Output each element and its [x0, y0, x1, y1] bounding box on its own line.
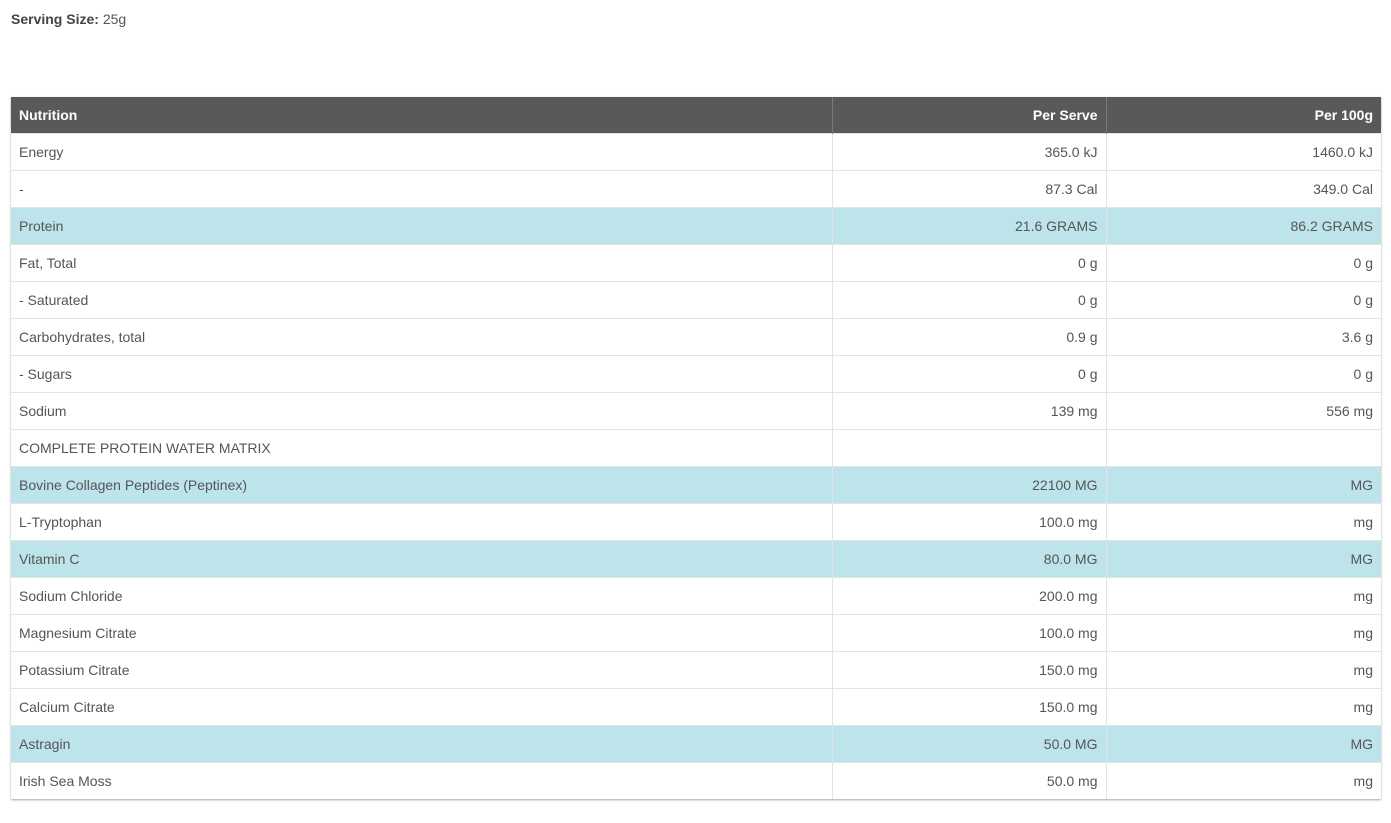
nutrient-name-cell: Sodium [11, 391, 833, 429]
per-serve-cell: 21.6 GRAMS [832, 206, 1107, 244]
nutrient-name-cell: - Saturated [11, 280, 833, 318]
per-serve-cell: 200.0 mg [832, 576, 1107, 614]
per-100g-cell: mg [1106, 613, 1381, 651]
per-serve-cell: 365.0 kJ [832, 132, 1107, 170]
header-per-serve: Per Serve [832, 97, 1107, 133]
nutrient-name-cell: COMPLETE PROTEIN WATER MATRIX [11, 428, 833, 466]
table-row: Irish Sea Moss 50.0 mg mg [11, 761, 1381, 799]
per-serve-cell: 22100 MG [832, 465, 1107, 503]
per-100g-cell: 556 mg [1106, 391, 1381, 429]
nutrient-name-cell: Potassium Citrate [11, 650, 833, 688]
table-row: - Sugars 0 g0 g [11, 354, 1381, 392]
header-per-100g: Per 100g [1106, 97, 1381, 133]
table-row: Bovine Collagen Peptides (Peptinex) 22100… [11, 465, 1381, 503]
per-serve-cell: 50.0 mg [832, 761, 1107, 799]
per-100g-cell: mg [1106, 502, 1381, 540]
per-serve-cell: 100.0 mg [832, 502, 1107, 540]
per-100g-cell: 1460.0 kJ [1106, 132, 1381, 170]
per-serve-cell: 100.0 mg [832, 613, 1107, 651]
per-serve-cell: 0 g [832, 243, 1107, 281]
nutrient-name-cell: Carbohydrates, total [11, 317, 833, 355]
per-100g-cell: mg [1106, 576, 1381, 614]
per-100g-cell: MG [1106, 465, 1381, 503]
table-row: Protein 21.6 GRAMS 86.2 GRAMS [11, 206, 1381, 244]
table-row: - Saturated 0 g0 g [11, 280, 1381, 318]
table-row: Astragin 50.0 MG MG [11, 724, 1381, 762]
per-100g-cell: 0 g [1106, 354, 1381, 392]
table-row: Magnesium Citrate 100.0 mg mg [11, 613, 1381, 651]
nutrition-table: Nutrition Per Serve Per 100g Energy 365.0… [11, 97, 1381, 799]
serving-size-value: 25g [102, 11, 127, 27]
per-serve-cell: 0 g [832, 354, 1107, 392]
per-100g-cell: 349.0 Cal [1106, 169, 1381, 207]
nutrient-name-cell: Energy [11, 132, 833, 170]
per-serve-cell: 150.0 mg [832, 650, 1107, 688]
per-100g-cell: mg [1106, 650, 1381, 688]
per-100g-cell: 86.2 GRAMS [1106, 206, 1381, 244]
table-row: Calcium Citrate 150.0 mg mg [11, 687, 1381, 725]
serving-size: Serving Size: 25g [11, 11, 126, 27]
table-row: Sodium Chloride 200.0 mg mg [11, 576, 1381, 614]
table-row: L-Tryptophan 100.0 mg mg [11, 502, 1381, 540]
nutrient-name-cell: Astragin [11, 724, 833, 762]
nutrient-name-cell: - Sugars [11, 354, 833, 392]
nutrient-name-cell: Fat, Total [11, 243, 833, 281]
nutrient-name-cell: - [11, 169, 833, 207]
per-serve-cell: 0.9 g [832, 317, 1107, 355]
nutrient-name-cell: Calcium Citrate [11, 687, 833, 725]
per-100g-cell: MG [1106, 539, 1381, 577]
nutrient-name-cell: Bovine Collagen Peptides (Peptinex) [11, 465, 833, 503]
per-100g-cell: MG [1106, 724, 1381, 762]
serving-size-label: Serving Size: [11, 11, 99, 27]
nutrient-name-cell: L-Tryptophan [11, 502, 833, 540]
per-serve-cell: 0 g [832, 280, 1107, 318]
table-row: Carbohydrates, total 0.9 g 3.6 g [11, 317, 1381, 355]
nutrient-name-cell: Vitamin C [11, 539, 833, 577]
table-row: Fat, Total 0 g0 g [11, 243, 1381, 281]
per-serve-cell: 87.3 Cal [832, 169, 1107, 207]
table-row: Potassium Citrate 150.0 mg mg [11, 650, 1381, 688]
per-serve-cell: 80.0 MG [832, 539, 1107, 577]
per-serve-cell: 50.0 MG [832, 724, 1107, 762]
per-serve-cell: 139 mg [832, 391, 1107, 429]
table-row: Energy 365.0 kJ 1460.0 kJ [11, 132, 1381, 170]
nutrient-name-cell: Irish Sea Moss [11, 761, 833, 799]
per-100g-cell: 3.6 g [1106, 317, 1381, 355]
table-row: COMPLETE PROTEIN WATER MATRIX [11, 428, 1381, 466]
nutrient-name-cell: Protein [11, 206, 833, 244]
nutrient-name-cell: Magnesium Citrate [11, 613, 833, 651]
per-serve-cell: 150.0 mg [832, 687, 1107, 725]
per-100g-cell [1106, 428, 1381, 466]
table-row: -87.3 Cal 349.0 Cal [11, 169, 1381, 207]
table-row: Sodium 139 mg 556 mg [11, 391, 1381, 429]
per-100g-cell: 0 g [1106, 280, 1381, 318]
per-100g-cell: 0 g [1106, 243, 1381, 281]
nutrient-name-cell: Sodium Chloride [11, 576, 833, 614]
per-100g-cell: mg [1106, 687, 1381, 725]
per-100g-cell: mg [1106, 761, 1381, 799]
table-row: Vitamin C 80.0 MG MG [11, 539, 1381, 577]
per-serve-cell [832, 428, 1107, 466]
table-header-row: Nutrition Per Serve Per 100g [11, 97, 1381, 133]
header-nutrition: Nutrition [11, 97, 833, 133]
